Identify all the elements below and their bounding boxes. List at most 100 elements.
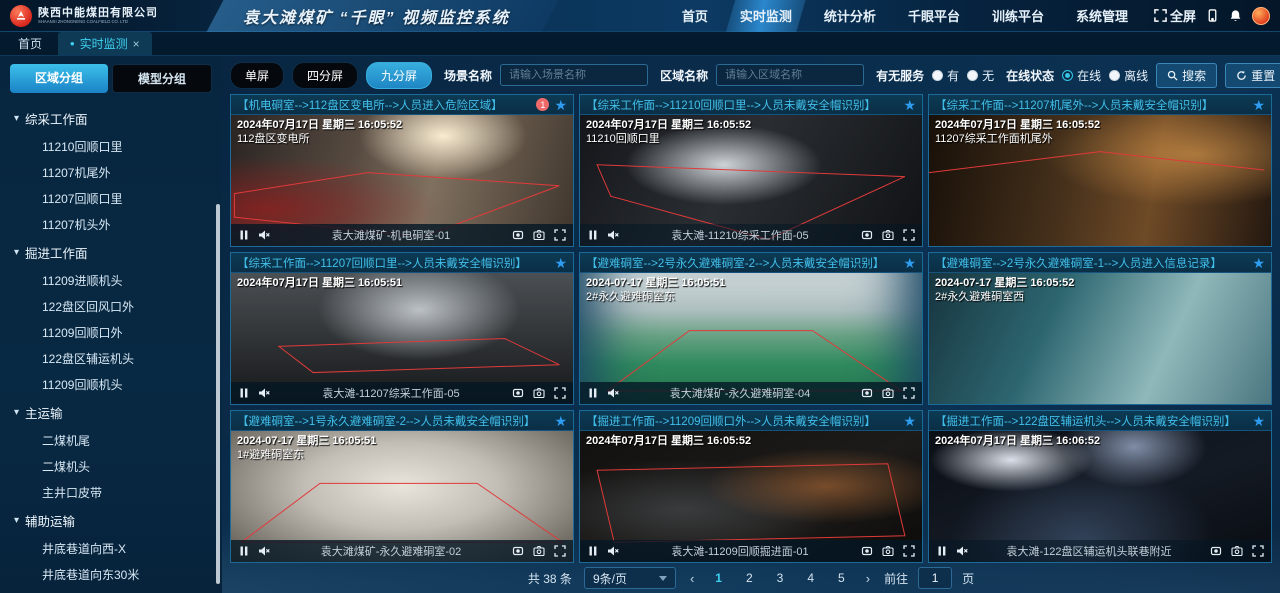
scene-name-input[interactable] [500, 64, 648, 86]
favorite-star-icon[interactable]: ★ [1252, 256, 1265, 270]
area-name-input[interactable] [716, 64, 864, 86]
cell-fullscreen-icon[interactable] [903, 545, 915, 557]
tree-group-main-transport[interactable]: ▾ 主运输 [14, 397, 222, 427]
tree-item[interactable]: 井底巷道向西-X [14, 535, 222, 561]
page-number-1[interactable]: 1 [708, 569, 729, 587]
tab-realtime-monitor[interactable]: • 实时监测 × [58, 32, 152, 55]
mobile-icon[interactable] [1206, 9, 1219, 22]
page-number-4[interactable]: 4 [800, 569, 821, 587]
favorite-star-icon[interactable]: ★ [554, 414, 567, 428]
fullscreen-button[interactable]: 全屏 [1154, 6, 1196, 25]
tree-item[interactable]: 11207机头外 [14, 211, 222, 237]
tree-item[interactable]: 122盘区辅运机头 [14, 345, 222, 371]
mute-icon[interactable] [258, 545, 270, 557]
favorite-star-icon[interactable]: ★ [903, 414, 916, 428]
tree-item[interactable]: 11209回顺机头 [14, 371, 222, 397]
record-icon[interactable] [861, 387, 873, 399]
record-icon[interactable] [512, 545, 524, 557]
pause-icon[interactable] [238, 545, 250, 557]
video-cell[interactable]: 【机电硐室-->112盘区变电所-->人员进入危险区域】 1 ★ 2024年07… [230, 94, 574, 247]
favorite-star-icon[interactable]: ★ [554, 256, 567, 270]
nav-item-home[interactable]: 首页 [668, 0, 722, 32]
page-number-5[interactable]: 5 [831, 569, 852, 587]
sidebar-tab-model-group[interactable]: 模型分组 [112, 64, 212, 93]
snapshot-icon[interactable] [882, 545, 894, 557]
cell-fullscreen-icon[interactable] [903, 229, 915, 241]
goto-page-input[interactable] [918, 567, 952, 589]
video-cell[interactable]: 【避难硐室-->2号永久避难硐室-2-->人员未戴安全帽识别】 ★ 2024-0… [579, 252, 923, 405]
search-button[interactable]: 搜索 [1156, 63, 1217, 88]
snapshot-icon[interactable] [882, 229, 894, 241]
offline-radio[interactable]: 离线 [1109, 67, 1148, 84]
tree-item[interactable]: 11207机尾外 [14, 159, 222, 185]
record-icon[interactable] [861, 229, 873, 241]
tree-group-driving-face[interactable]: ▾ 掘进工作面 [14, 237, 222, 267]
tree-item[interactable]: 122盘区回风口外 [14, 293, 222, 319]
cell-fullscreen-icon[interactable] [554, 229, 566, 241]
cell-fullscreen-icon[interactable] [903, 387, 915, 399]
reset-button[interactable]: 重置 [1225, 63, 1280, 88]
record-icon[interactable] [512, 229, 524, 241]
bell-icon[interactable] [1229, 9, 1242, 22]
record-icon[interactable] [861, 545, 873, 557]
video-cell[interactable]: 【掘进工作面-->122盘区辅运机头-->人员未戴安全帽识别】 ★ 2024年0… [928, 410, 1272, 563]
sidebar-scrollbar[interactable] [216, 204, 220, 584]
record-icon[interactable] [1210, 545, 1222, 557]
tree-item[interactable]: 二煤机尾 [14, 427, 222, 453]
nav-item-realtime-monitor[interactable]: 实时监测 [726, 0, 806, 32]
nine-screen-button[interactable]: 九分屏 [366, 62, 432, 89]
nav-item-training-platform[interactable]: 训练平台 [978, 0, 1058, 32]
tree-item[interactable]: 井底巷道向东30米 [14, 561, 222, 581]
tree-item[interactable]: 11207回顺口里 [14, 185, 222, 211]
user-avatar[interactable] [1252, 7, 1270, 25]
favorite-star-icon[interactable]: ★ [903, 256, 916, 270]
service-yes-radio[interactable]: 有 [932, 67, 959, 84]
mute-icon[interactable] [607, 229, 619, 241]
quad-screen-button[interactable]: 四分屏 [292, 62, 358, 89]
pause-icon[interactable] [238, 387, 250, 399]
mute-icon[interactable] [258, 387, 270, 399]
favorite-star-icon[interactable]: ★ [903, 98, 916, 112]
tab-home[interactable]: 首页 [6, 32, 54, 55]
cell-fullscreen-icon[interactable] [1252, 545, 1264, 557]
tree-item[interactable]: 11209进顺机头 [14, 267, 222, 293]
pause-icon[interactable] [587, 387, 599, 399]
nav-item-system-management[interactable]: 系统管理 [1062, 0, 1142, 32]
mute-icon[interactable] [607, 545, 619, 557]
service-no-radio[interactable]: 无 [967, 67, 994, 84]
mute-icon[interactable] [258, 229, 270, 241]
tree-group-auxiliary-transport[interactable]: ▾ 辅助运输 [14, 505, 222, 535]
video-cell[interactable]: 【综采工作面-->11207回顺口里-->人员未戴安全帽识别】 ★ 2024年0… [230, 252, 574, 405]
nav-item-qianyan-platform[interactable]: 千眼平台 [894, 0, 974, 32]
snapshot-icon[interactable] [533, 545, 545, 557]
single-screen-button[interactable]: 单屏 [230, 62, 284, 89]
favorite-star-icon[interactable]: ★ [1252, 98, 1265, 112]
snapshot-icon[interactable] [882, 387, 894, 399]
tree-item[interactable]: 二煤机头 [14, 453, 222, 479]
cell-fullscreen-icon[interactable] [554, 545, 566, 557]
record-icon[interactable] [512, 387, 524, 399]
snapshot-icon[interactable] [533, 387, 545, 399]
mute-icon[interactable] [607, 387, 619, 399]
favorite-star-icon[interactable]: ★ [1252, 414, 1265, 428]
page-size-select[interactable]: 9条/页 [584, 567, 676, 589]
prev-page-button[interactable]: ‹ [686, 571, 698, 586]
video-cell[interactable]: 【综采工作面-->11207机尾外-->人员未戴安全帽识别】 ★ 2024年07… [928, 94, 1272, 247]
video-cell[interactable]: 【避难硐室-->2号永久避难硐室-1-->人员进入信息记录】 ★ 2024-07… [928, 252, 1272, 405]
favorite-star-icon[interactable]: ★ [554, 98, 567, 112]
cell-fullscreen-icon[interactable] [554, 387, 566, 399]
snapshot-icon[interactable] [1231, 545, 1243, 557]
video-cell[interactable]: 【避难硐室-->1号永久避难硐室-2-->人员未戴安全帽识别】 ★ 2024-0… [230, 410, 574, 563]
mute-icon[interactable] [956, 545, 968, 557]
snapshot-icon[interactable] [533, 229, 545, 241]
sidebar-tab-area-group[interactable]: 区域分组 [10, 64, 108, 93]
page-number-2[interactable]: 2 [739, 569, 760, 587]
pause-icon[interactable] [587, 229, 599, 241]
pause-icon[interactable] [587, 545, 599, 557]
pause-icon[interactable] [238, 229, 250, 241]
video-cell[interactable]: 【掘进工作面-->11209回顺口外-->人员未戴安全帽识别】 ★ 2024年0… [579, 410, 923, 563]
online-radio[interactable]: 在线 [1062, 67, 1101, 84]
tab-close-icon[interactable]: × [133, 37, 140, 51]
tree-item[interactable]: 主井口皮带 [14, 479, 222, 505]
nav-item-statistics[interactable]: 统计分析 [810, 0, 890, 32]
